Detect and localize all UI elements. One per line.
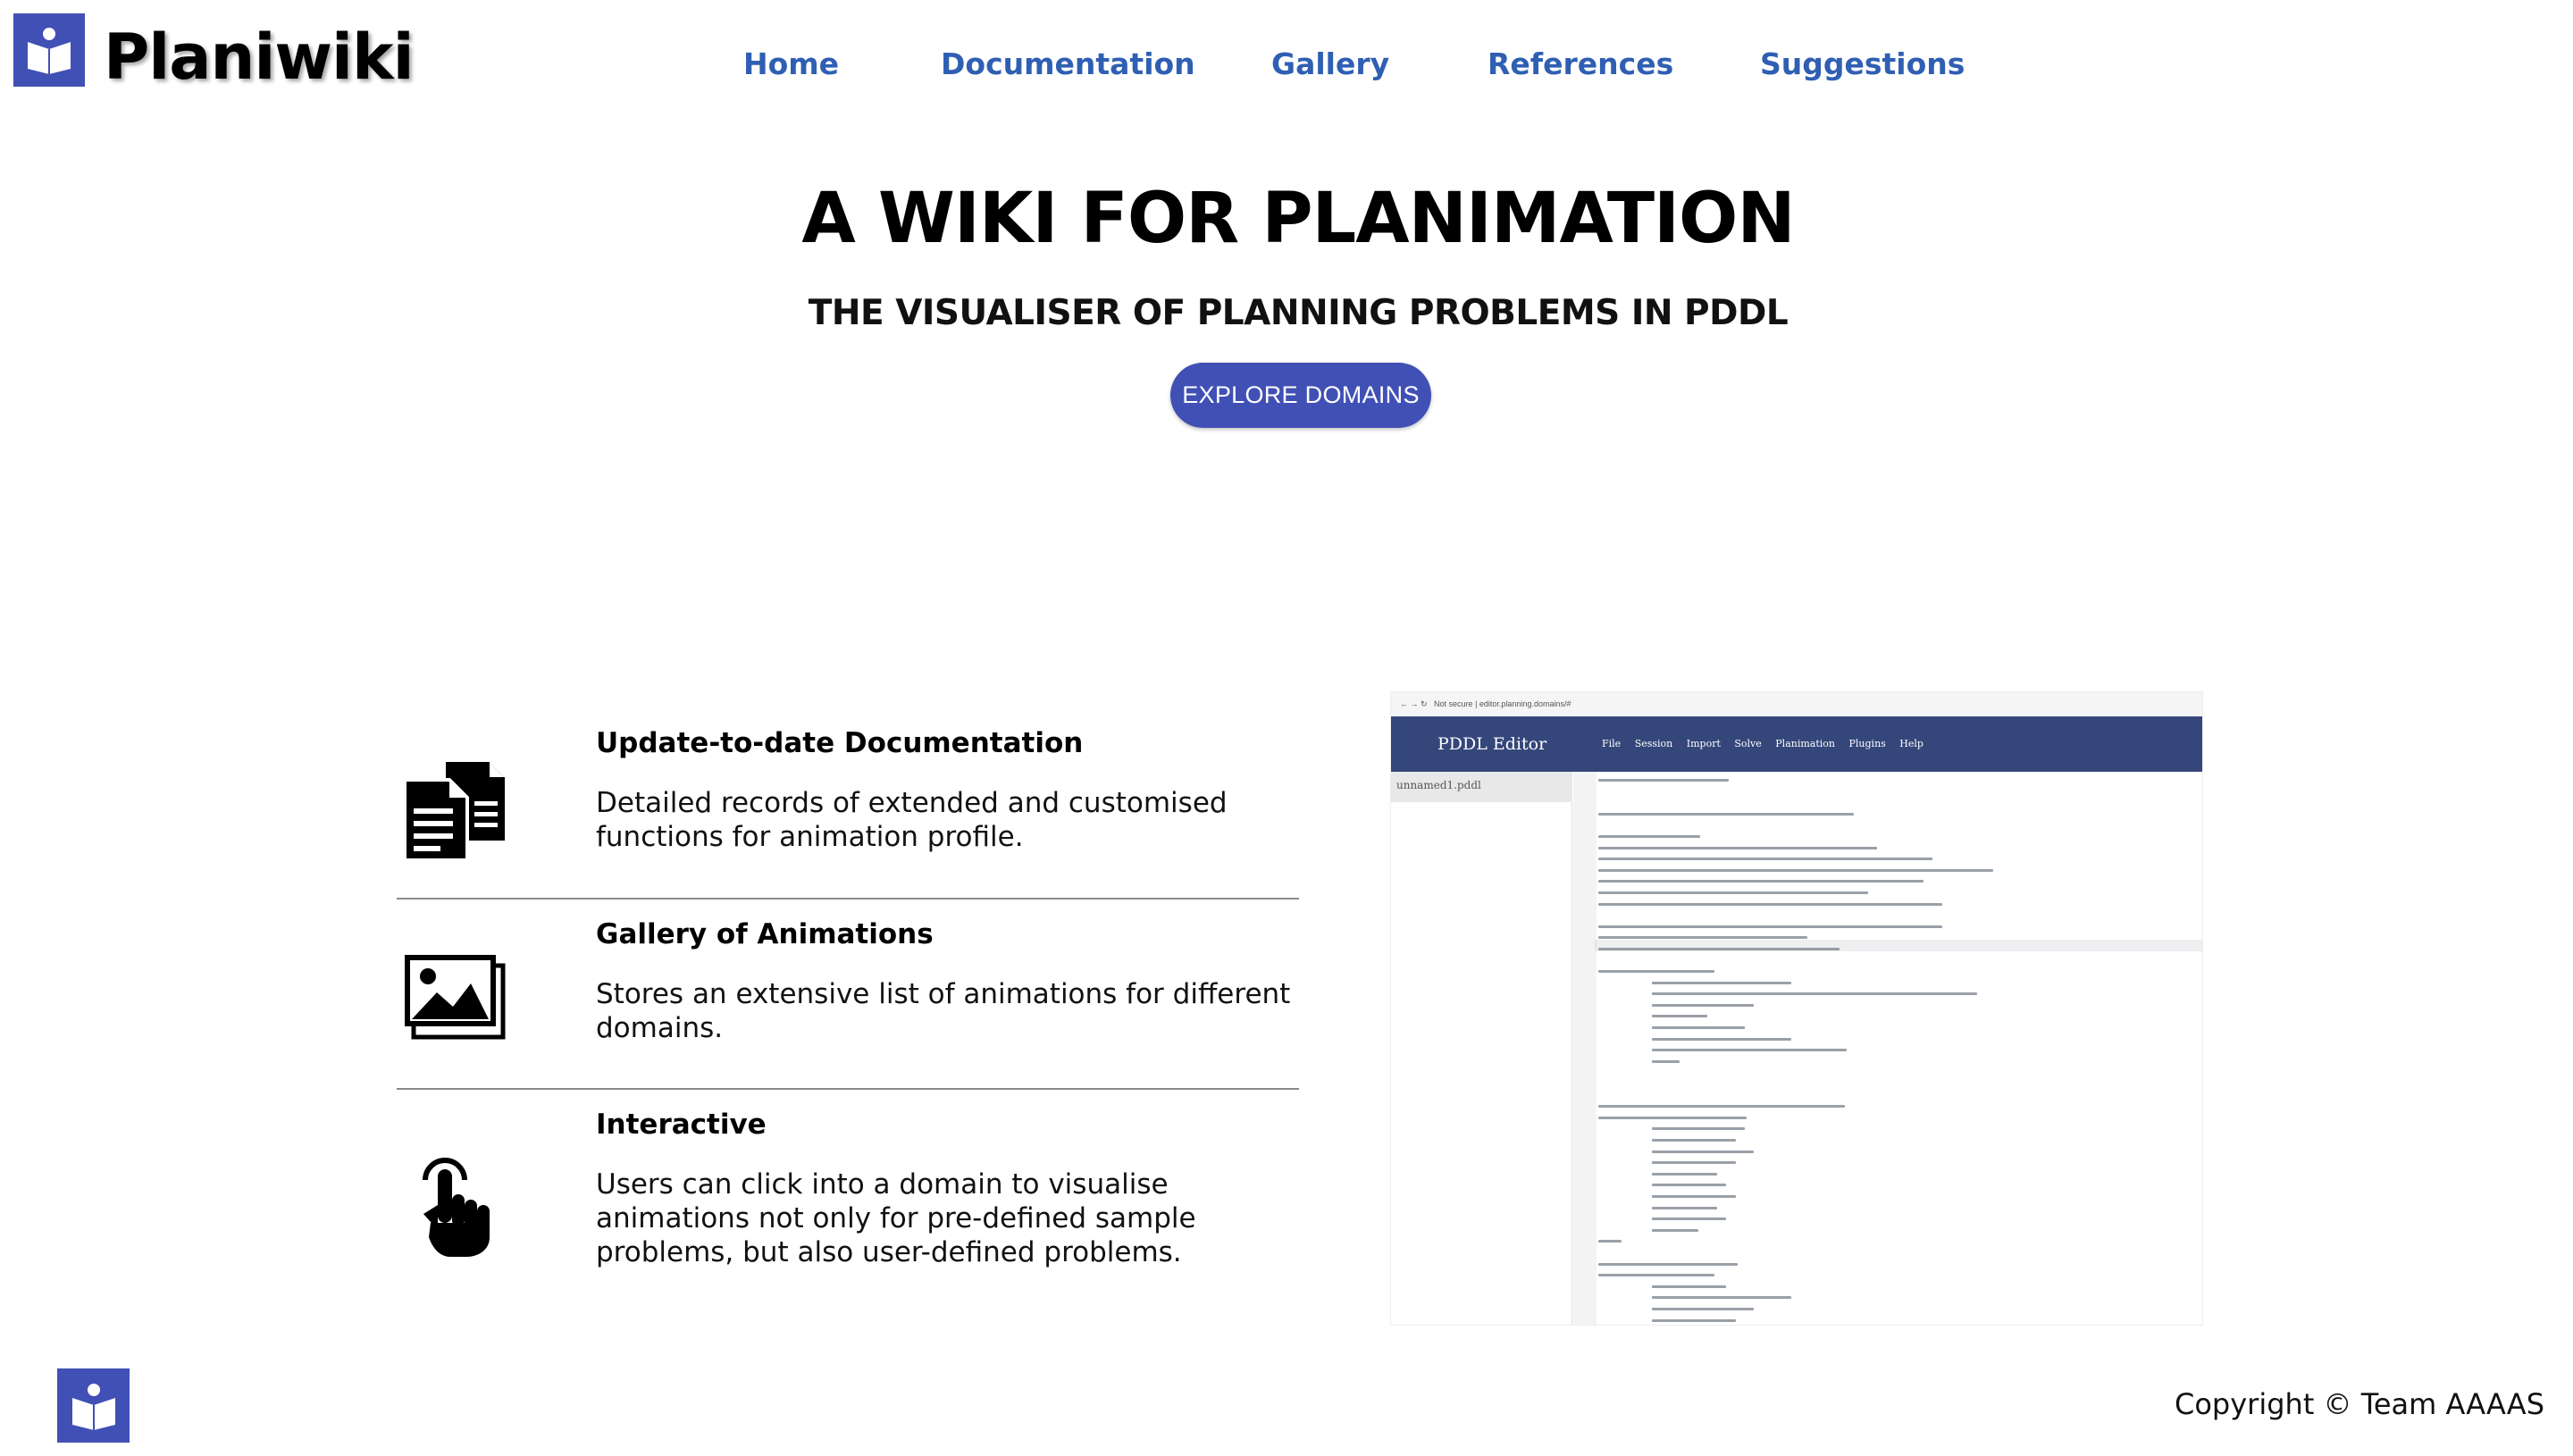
code-line	[1598, 1292, 2202, 1303]
image-gallery-icon	[397, 940, 513, 1056]
editor-file-item: unnamed1.pddl	[1391, 772, 1572, 802]
code-line	[1598, 1112, 2202, 1124]
code-line	[1598, 1235, 2202, 1247]
editor-topbar: PDDL Editor File Session Import Solve Pl…	[1391, 716, 2202, 772]
feature-documentation: Update-to-date Documentation Detailed re…	[397, 724, 1299, 875]
menu-file: File	[1602, 738, 1622, 749]
code-line	[1598, 1315, 2202, 1326]
code-line	[1598, 1157, 2202, 1168]
feature-gallery: Gallery of Animations Stores an extensiv…	[397, 915, 1299, 1067]
code-line	[1598, 1303, 2202, 1315]
browser-address-bar: ← → ↻ Not secure | editor.planning.domai…	[1391, 692, 2202, 715]
code-line	[1598, 1000, 2202, 1011]
menu-plugins: Plugins	[1848, 738, 1886, 749]
code-line	[1598, 774, 2202, 786]
page-subtitle: THE VISUALISER OF PLANNING PROBLEMS IN P…	[808, 293, 1789, 333]
documents-icon	[397, 752, 513, 868]
editor-code-area	[1598, 774, 2202, 1326]
explore-domains-button[interactable]: EXPLORE DOMAINS	[1170, 363, 1431, 428]
feature-interactive: Interactive Users can click into a domai…	[397, 1105, 1299, 1319]
editor-title: PDDL Editor	[1437, 734, 1547, 754]
code-line	[1598, 1191, 2202, 1202]
editor-screenshot: ← → ↻ Not secure | editor.planning.domai…	[1390, 691, 2203, 1326]
code-line	[1598, 1146, 2202, 1158]
copyright-text: Copyright © Team AAAAS	[2175, 1387, 2544, 1421]
code-line	[1598, 1022, 2202, 1033]
nav-home[interactable]: Home	[743, 38, 839, 91]
code-line	[1598, 842, 2202, 854]
feature-text: Detailed records of extended and customi…	[596, 787, 1228, 853]
code-line	[1598, 966, 2202, 977]
code-line	[1598, 875, 2202, 887]
code-line	[1598, 988, 2202, 1000]
code-line	[1598, 921, 2202, 933]
menu-solve: Solve	[1734, 738, 1762, 749]
feature-title: Update-to-date Documentation	[596, 727, 1084, 759]
nav-documentation[interactable]: Documentation	[941, 38, 1195, 91]
main-nav: Home Documentation Gallery References Su…	[0, 38, 2573, 91]
code-line	[1598, 808, 2202, 820]
page-title: A WIKI FOR PLANIMATION	[801, 179, 1795, 259]
browser-nav-icons: ← → ↻	[1400, 699, 1435, 708]
code-line	[1598, 1010, 2202, 1022]
menu-import: Import	[1686, 738, 1721, 749]
code-line	[1598, 865, 2202, 876]
nav-gallery[interactable]: Gallery	[1271, 38, 1389, 91]
code-line	[1598, 1056, 2202, 1067]
nav-references[interactable]: References	[1488, 38, 1673, 91]
code-line	[1598, 1213, 2202, 1225]
pointing-hand-icon	[397, 1145, 513, 1261]
code-line	[1598, 1134, 2202, 1146]
divider	[397, 898, 1299, 900]
editor-menu: File Session Import Solve Planimation Pl…	[1602, 716, 1934, 772]
code-line	[1598, 887, 2202, 899]
menu-planimation: Planimation	[1775, 738, 1835, 749]
feature-text: Users can click into a domain to visuali…	[596, 1168, 1196, 1268]
code-line	[1598, 977, 2202, 989]
editor-gutter	[1573, 772, 1597, 1325]
code-line	[1598, 1168, 2202, 1180]
code-line	[1598, 1202, 2202, 1214]
feature-title: Gallery of Animations	[596, 918, 934, 950]
menu-session: Session	[1634, 738, 1673, 749]
code-line	[1598, 1259, 2202, 1270]
feature-text: Stores an extensive list of animations f…	[596, 978, 1291, 1044]
code-line	[1598, 1123, 2202, 1134]
nav-suggestions[interactable]: Suggestions	[1760, 38, 1965, 91]
code-line	[1598, 1100, 2202, 1112]
code-line	[1598, 899, 2202, 910]
code-line	[1598, 1033, 2202, 1045]
book-icon	[71, 1383, 115, 1430]
code-line	[1598, 831, 2202, 842]
code-line	[1598, 1225, 2202, 1236]
code-line	[1598, 1179, 2202, 1191]
editor-file-list: unnamed1.pddl	[1391, 772, 1572, 1325]
editor-highlight-line	[1595, 940, 2202, 951]
code-line	[1598, 1281, 2202, 1293]
code-line	[1598, 1044, 2202, 1056]
code-line	[1598, 1269, 2202, 1281]
footer-logo-icon[interactable]	[57, 1368, 130, 1443]
feature-title: Interactive	[596, 1109, 767, 1141]
menu-help: Help	[1899, 738, 1923, 749]
divider	[397, 1088, 1299, 1090]
code-line	[1598, 853, 2202, 865]
